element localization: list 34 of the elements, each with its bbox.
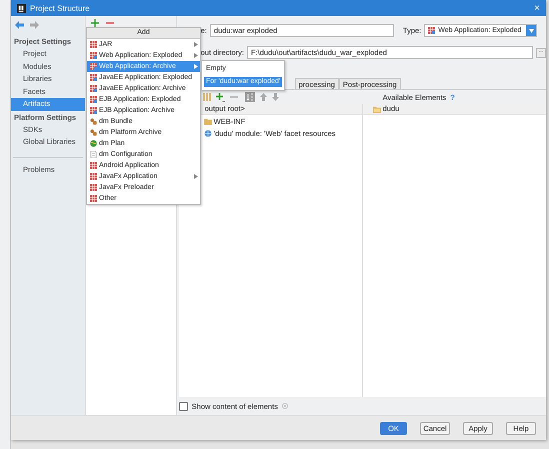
globe-icon [204,130,212,136]
forward-arrow-icon[interactable] [30,21,39,29]
folder-icon [204,118,212,124]
back-arrow-icon[interactable] [15,21,24,29]
folder-icon [372,106,381,112]
web-archive-icon [428,27,436,34]
move-down-icon[interactable] [272,93,279,101]
web-archive-icon [90,63,97,70]
window-title: Project Structure [30,4,91,12]
archive-icon [90,162,97,169]
add-icon[interactable] [216,92,225,102]
document-icon [90,151,97,158]
move-up-icon[interactable] [260,93,267,101]
globe-icon [90,140,97,147]
submenu-arrow-icon [194,42,198,47]
submenu-arrow-icon [194,53,198,58]
web-archive-icon [90,107,97,114]
web-archive-icon [90,96,97,103]
archive-icon [90,195,97,202]
sort-icon[interactable] [244,92,255,102]
archive-icon [90,184,97,191]
submenu-arrow-icon [194,174,198,179]
archive-icon [90,41,97,48]
columns-icon[interactable] [202,93,211,101]
archive-icon [90,173,97,180]
app-icon [17,4,26,12]
web-archive-icon [90,52,97,59]
info-icon [282,403,288,409]
web-archive-icon [90,85,97,92]
submenu-arrow-icon [194,64,198,69]
close-button[interactable]: × [534,2,540,14]
checkbox[interactable] [178,402,188,410]
add-icon[interactable] [90,18,99,26]
web-archive-icon [90,74,97,81]
